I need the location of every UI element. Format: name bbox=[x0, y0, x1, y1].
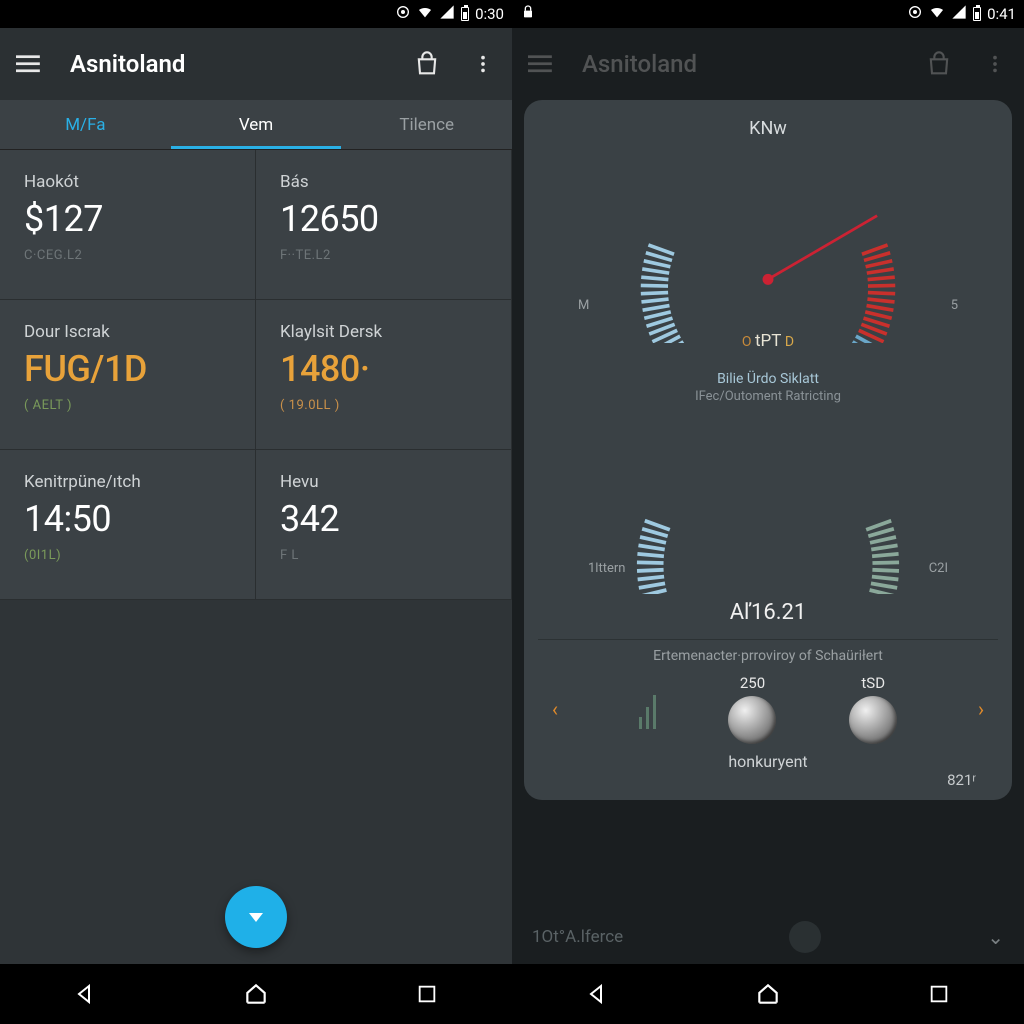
metric-sub: ( AELT ) bbox=[24, 398, 237, 413]
chevron-down-icon[interactable]: ⌄ bbox=[987, 925, 1004, 949]
tab-2[interactable]: Tilence bbox=[341, 100, 512, 149]
status-time: 0:41 bbox=[987, 5, 1016, 23]
tab-0[interactable]: M/Fa bbox=[0, 100, 171, 149]
cell-icon bbox=[951, 4, 967, 24]
tab-label: M/Fa bbox=[65, 115, 105, 135]
wifi-icon bbox=[417, 4, 433, 24]
circle-icon bbox=[395, 4, 411, 24]
metric-label: Kenitrpüne/ıtch bbox=[24, 472, 237, 492]
nav-back-icon[interactable] bbox=[71, 980, 99, 1008]
metrics-grid: Haokót $127 C·CEG.L2 Bás 12650 F··TE.L2 … bbox=[0, 150, 512, 600]
g2-left-label: 1lttern bbox=[588, 561, 625, 576]
metric-value: 12650 bbox=[280, 198, 493, 240]
bag-icon bbox=[924, 49, 954, 79]
metric-cell[interactable]: Kenitrpüne/ıtch 14:50 (0I1L) bbox=[0, 450, 256, 600]
bag-icon[interactable] bbox=[412, 49, 442, 79]
metric-cell[interactable]: Klaylsit Dersk 1480· ( 19.0LL ) bbox=[256, 300, 512, 450]
metric-cell[interactable]: Hevu 342 F L bbox=[256, 450, 512, 600]
nav-home-icon[interactable] bbox=[754, 980, 782, 1008]
app-title: Asnitoland bbox=[70, 50, 386, 78]
metric-sub: C·CEG.L2 bbox=[24, 248, 237, 263]
scale-min: M bbox=[578, 298, 589, 313]
screen-left: 0:30 Asnitoland M/Fa Vem Tilence Haokót … bbox=[0, 0, 512, 1024]
metric-value: 342 bbox=[280, 498, 493, 540]
metric-sub: ( 19.0LL ) bbox=[280, 398, 493, 413]
prev-arrow-icon[interactable]: ‹ bbox=[544, 689, 566, 729]
battery-icon bbox=[461, 7, 469, 21]
more-icon[interactable] bbox=[468, 49, 498, 79]
gauge2-value: Aľ16.21 bbox=[538, 600, 998, 625]
scale-max: 5 bbox=[951, 298, 958, 313]
app-bar: Asnitoland bbox=[0, 28, 512, 100]
nav-bar bbox=[0, 964, 512, 1024]
dim-label: 1Ot°A.lferce bbox=[532, 927, 623, 947]
status-time: 0:30 bbox=[475, 5, 504, 23]
footer-value: 821ʳ bbox=[947, 771, 976, 789]
wifi-icon bbox=[929, 4, 945, 24]
lock-icon bbox=[520, 4, 536, 24]
battery-icon bbox=[973, 7, 981, 21]
tab-label: Vem bbox=[239, 115, 273, 135]
knob-right-value: tSD bbox=[861, 674, 885, 692]
metric-sub: (0I1L) bbox=[24, 548, 237, 563]
menu-icon[interactable] bbox=[14, 49, 44, 79]
screen-right: 0:41 Asnitoland KNw M 5 O tPT D bbox=[512, 0, 1024, 1024]
gauge2-title: Bilie Ürdo Siklatt bbox=[538, 371, 998, 387]
cell-icon bbox=[439, 4, 455, 24]
level-bars bbox=[639, 689, 656, 729]
metric-label: Hevu bbox=[280, 472, 493, 492]
metric-label: Haokót bbox=[24, 172, 237, 192]
metric-value: FUG/1D bbox=[24, 348, 237, 390]
app-bar-dimmed: Asnitoland bbox=[512, 28, 1024, 100]
knob-right[interactable] bbox=[849, 696, 897, 744]
next-arrow-icon[interactable]: › bbox=[970, 689, 992, 729]
more-icon bbox=[980, 49, 1010, 79]
metric-value: 1480· bbox=[280, 348, 493, 390]
gauge2-subtitle: IFec/Outoment Ratricting bbox=[538, 389, 998, 404]
status-bar: 0:30 bbox=[0, 0, 512, 28]
metric-label: Klaylsit Dersk bbox=[280, 322, 493, 342]
g2-right-label: C2I bbox=[929, 561, 948, 576]
background-row: 1Ot°A.lferce ⌄ bbox=[512, 910, 1024, 964]
gauge-2: 1lttern C2I bbox=[538, 404, 998, 594]
bottom-title: Ertemenacter·prroviroy of Schaüriłert bbox=[538, 648, 998, 664]
bottom-controls: Ertemenacter·prroviroy of Schaüriłert ‹ … bbox=[538, 639, 998, 780]
circle-icon bbox=[907, 4, 923, 24]
gauge-card: KNw M 5 O tPT D Bilie Ürdo Siklatt IFec/… bbox=[524, 100, 1012, 800]
metric-label: Dour Iscrak bbox=[24, 322, 237, 342]
knob-left-value: 250 bbox=[740, 674, 765, 692]
metric-sub: F··TE.L2 bbox=[280, 248, 493, 263]
nav-bar bbox=[512, 964, 1024, 1024]
menu-icon bbox=[526, 49, 556, 79]
tab-1[interactable]: Vem bbox=[171, 100, 342, 149]
metric-label: Bás bbox=[280, 172, 493, 192]
nav-recent-icon[interactable] bbox=[413, 980, 441, 1008]
metric-cell[interactable]: Haokót $127 C·CEG.L2 bbox=[0, 150, 256, 300]
metric-cell[interactable]: Dour Iscrak FUG/1D ( AELT ) bbox=[0, 300, 256, 450]
status-bar: 0:41 bbox=[512, 0, 1024, 28]
gauge-1: M 5 bbox=[538, 143, 998, 343]
nav-back-icon[interactable] bbox=[583, 980, 611, 1008]
gauge1-title: KNw bbox=[538, 118, 998, 139]
metric-sub: F L bbox=[280, 548, 493, 563]
nav-recent-icon[interactable] bbox=[925, 980, 953, 1008]
footer-label: honkuryent bbox=[538, 752, 998, 771]
metric-cell[interactable]: Bás 12650 F··TE.L2 bbox=[256, 150, 512, 300]
app-title: Asnitoland bbox=[582, 50, 898, 78]
nav-home-icon[interactable] bbox=[242, 980, 270, 1008]
tab-label: Tilence bbox=[399, 115, 454, 135]
knob-left[interactable] bbox=[728, 696, 776, 744]
fab-button[interactable] bbox=[225, 886, 287, 948]
tab-bar: M/Fa Vem Tilence bbox=[0, 100, 512, 150]
metric-value: 14:50 bbox=[24, 498, 237, 540]
metric-value: $127 bbox=[24, 198, 237, 240]
